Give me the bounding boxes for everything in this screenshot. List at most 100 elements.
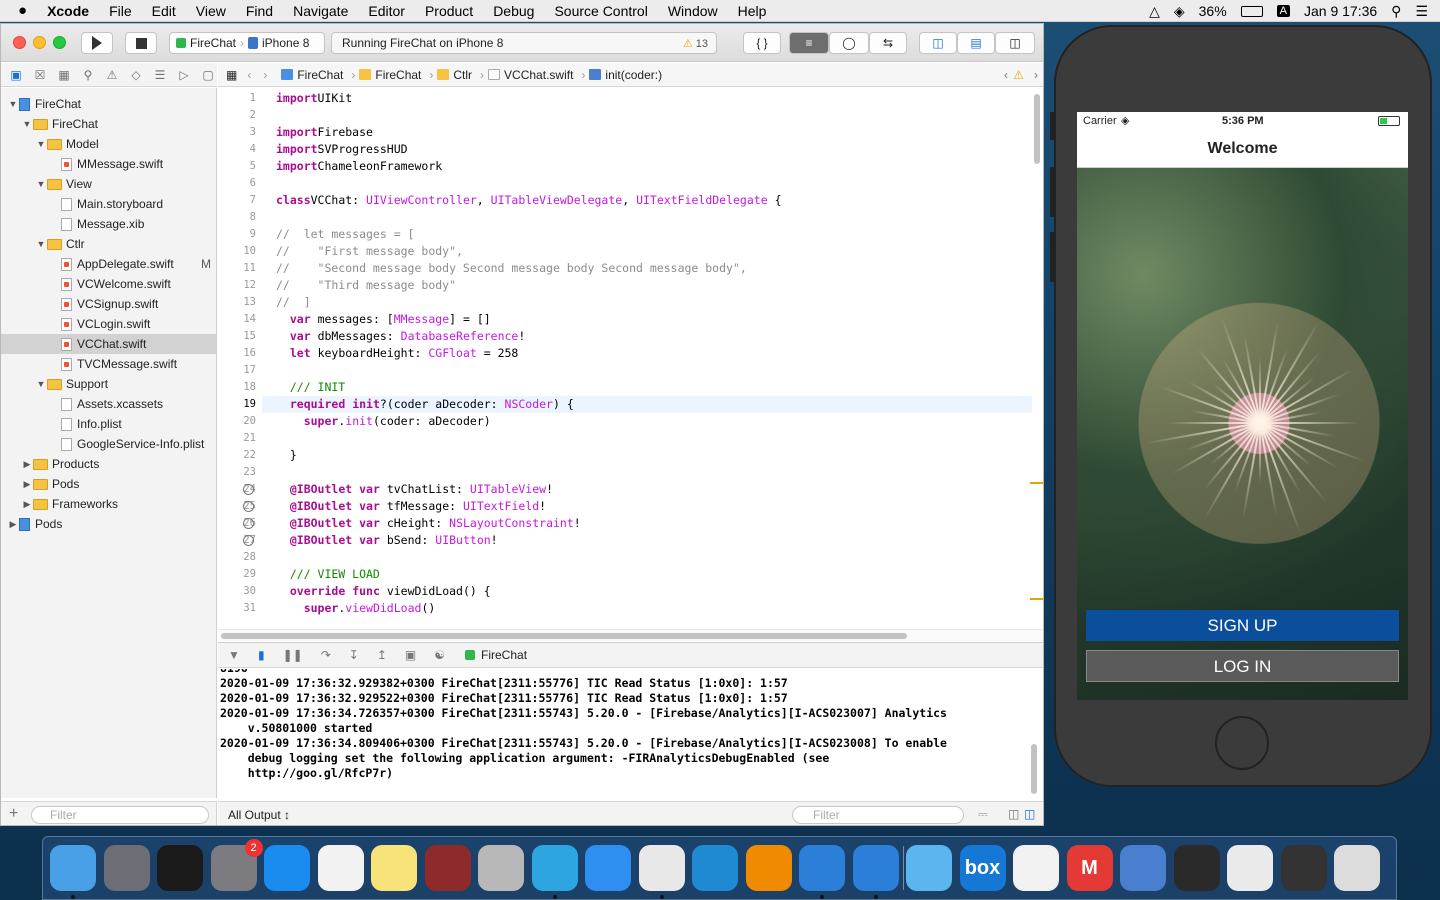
code-line[interactable]: importChameleonFramework <box>276 158 442 175</box>
battery-percent[interactable]: 36% <box>1199 3 1227 19</box>
code-line[interactable]: // ] <box>276 294 311 311</box>
navigator-item[interactable]: ▼ FireChat <box>1 114 217 134</box>
code-line[interactable]: importFirebase <box>276 124 373 141</box>
step-in-icon[interactable]: ↧ <box>349 648 359 662</box>
menu-view[interactable]: View <box>186 3 236 19</box>
disclosure-closed-icon[interactable]: ▶ <box>21 479 33 490</box>
clock[interactable]: Jan 9 17:36 <box>1304 3 1377 19</box>
battery-icon[interactable] <box>1240 5 1263 17</box>
related-items-icon[interactable]: ▦ <box>226 68 237 82</box>
clear-console-icon[interactable]: ⎓ <box>978 807 988 822</box>
terminal-icon[interactable] <box>157 845 203 891</box>
apple-menu-icon[interactable]: ● <box>0 2 37 19</box>
menu-file[interactable]: File <box>99 3 142 19</box>
calculator-icon[interactable] <box>478 845 524 891</box>
navigator-item[interactable]: MMessage.swift <box>1 154 217 174</box>
recent-window-2-icon[interactable] <box>1227 845 1273 891</box>
navigator-item[interactable]: Info.plist <box>1 414 217 434</box>
code-line[interactable]: /// INIT <box>276 379 345 396</box>
issue-prev-icon[interactable]: ‹ <box>1004 68 1008 82</box>
output-selector[interactable]: All Output ↕ <box>228 808 290 822</box>
navigator-item[interactable]: VCWelcome.swift <box>1 274 217 294</box>
outlet-connection-icon[interactable] <box>243 501 254 512</box>
home-button[interactable] <box>1215 716 1269 770</box>
input-source-icon[interactable]: A <box>1276 5 1290 17</box>
menu-source-control[interactable]: Source Control <box>544 3 657 19</box>
gmail-icon[interactable]: M <box>1066 845 1113 891</box>
icloud-drive-icon[interactable] <box>906 845 952 891</box>
disclosure-open-icon[interactable]: ▼ <box>7 99 19 109</box>
toggle-debug-area-button[interactable]: ▤ <box>957 32 995 54</box>
code-line[interactable]: @IBOutlet var cHeight: NSLayoutConstrain… <box>276 515 581 532</box>
editor-horizontal-scrollbar[interactable] <box>219 629 1043 641</box>
code-line[interactable]: /// VIEW LOAD <box>276 566 380 583</box>
code-line[interactable]: override func viewDidLoad() { <box>276 583 491 600</box>
finder-icon[interactable] <box>50 845 96 891</box>
report-navigator-icon[interactable]: ▢ <box>199 68 217 82</box>
disclosure-open-icon[interactable]: ▼ <box>21 119 33 129</box>
code-line[interactable]: super.init(coder: aDecoder) <box>276 413 491 430</box>
step-out-icon[interactable]: ↥ <box>377 648 387 662</box>
spotlight-icon[interactable]: ⚲ <box>1391 3 1401 20</box>
navigator-item[interactable]: ▼ Support <box>1 374 217 394</box>
assistant-editor-button[interactable]: ◯ <box>829 32 869 54</box>
navigator-filter-input[interactable]: Filter <box>31 806 209 824</box>
issue-navigator-icon[interactable]: ⚠ <box>103 68 121 82</box>
code-line[interactable]: // let messages = [ <box>276 226 414 243</box>
recent-window-1-icon[interactable] <box>1173 845 1220 891</box>
launchpad-icon[interactable] <box>103 845 150 891</box>
breadcrumb-item[interactable]: init(coder:) <box>605 68 662 82</box>
code-line[interactable]: // "Second message body Second message b… <box>276 260 747 277</box>
navigator-item[interactable]: VCSignup.swift <box>1 294 217 314</box>
editor-vertical-scrollbar[interactable] <box>1034 94 1040 164</box>
disclosure-closed-icon[interactable]: ▶ <box>21 459 33 470</box>
outlet-connection-icon[interactable] <box>243 518 254 529</box>
code-line[interactable]: var dbMessages: DatabaseReference! <box>276 328 525 345</box>
menu-find[interactable]: Find <box>236 3 283 19</box>
step-over-icon[interactable]: ↷ <box>321 648 331 662</box>
wifi-icon[interactable]: ◈ <box>1174 3 1185 20</box>
safari-icon[interactable] <box>585 845 631 891</box>
disclosure-open-icon[interactable]: ▼ <box>35 239 47 249</box>
test-navigator-icon[interactable]: ◇ <box>127 68 145 82</box>
dictionary-icon[interactable] <box>424 845 471 891</box>
console-view-icon[interactable]: ◫ <box>1024 807 1035 821</box>
run-button[interactable] <box>81 32 113 54</box>
source-control-navigator-icon[interactable]: ☒ <box>31 68 49 82</box>
disclosure-open-icon[interactable]: ▼ <box>35 379 47 389</box>
disclosure-closed-icon[interactable]: ▶ <box>21 499 33 510</box>
vlc-icon[interactable] <box>745 845 792 891</box>
notes-icon[interactable] <box>371 845 417 891</box>
navigator-item[interactable]: TVCMessage.swift <box>1 354 217 374</box>
navigator-item[interactable]: AppDelegate.swift M <box>1 254 217 274</box>
find-navigator-icon[interactable]: ⚲ <box>79 68 97 82</box>
breadcrumb-item[interactable]: Ctlr <box>453 68 472 82</box>
notification-center-icon[interactable]: ☰ <box>1415 3 1428 20</box>
console-filter-input[interactable]: Filter <box>792 806 964 824</box>
toggle-inspector-button[interactable]: ◫ <box>995 32 1035 54</box>
google-drive-icon[interactable] <box>1013 845 1059 891</box>
vscode-icon[interactable] <box>692 845 738 891</box>
trash-icon[interactable] <box>1334 845 1380 891</box>
navigator-item[interactable]: ▼ Model <box>1 134 217 154</box>
breadcrumb-item[interactable]: VCChat.swift <box>504 68 573 82</box>
console-output[interactable]: 81962020-01-09 17:36:32.929382+0300 Fire… <box>218 669 1043 800</box>
photos-icon[interactable] <box>317 845 364 891</box>
code-line[interactable]: importSVProgressHUD <box>276 141 408 158</box>
recent-window-3-icon[interactable] <box>1280 845 1327 891</box>
menu-navigate[interactable]: Navigate <box>283 3 358 19</box>
source-editor[interactable]: 1 2 3 4 5 6 7 8 9 10 11 12 13 14 15 16 17 18 19 20 21 22 23 24 2… <box>218 88 1043 628</box>
warning-count[interactable]: ⚠ 13 <box>683 37 708 50</box>
app-icon[interactable] <box>1120 845 1166 891</box>
outlet-connection-icon[interactable] <box>243 535 254 546</box>
issue-next-icon[interactable]: › <box>1034 68 1038 82</box>
navigator-item[interactable]: ▶ Pods <box>1 474 217 494</box>
code-line[interactable]: // "Third message body" <box>276 277 456 294</box>
app-menu[interactable]: Xcode <box>37 3 99 19</box>
navigator-item[interactable]: ▶ Frameworks <box>1 494 217 514</box>
issue-warning-icon[interactable]: ⚠ <box>1013 68 1024 82</box>
code-line[interactable]: classVCChat: UIViewController, UITableVi… <box>276 192 782 209</box>
xcode-icon[interactable] <box>799 845 845 891</box>
view-hierarchy-icon[interactable]: ▣ <box>405 648 416 662</box>
code-line[interactable]: } <box>276 447 297 464</box>
